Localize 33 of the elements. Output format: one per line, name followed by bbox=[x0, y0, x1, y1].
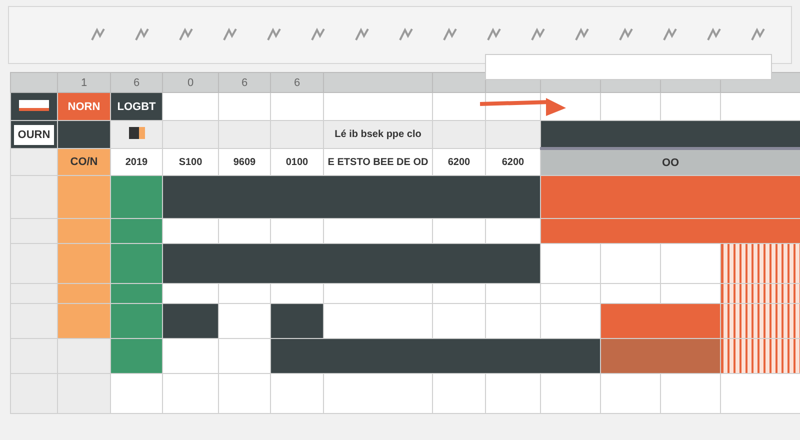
table-cell: Lé ib bsek ppe clo bbox=[324, 120, 432, 148]
cell-fill bbox=[110, 338, 162, 374]
cell-fill bbox=[10, 338, 58, 374]
cell-fill bbox=[162, 92, 218, 120]
square-icon bbox=[128, 127, 144, 139]
column-header[interactable]: 1 bbox=[58, 72, 110, 92]
cell-fill bbox=[162, 338, 218, 374]
table-cell: 2019 bbox=[110, 148, 162, 176]
table-cell: 6200 bbox=[432, 148, 486, 176]
cell-label: OURN bbox=[14, 124, 54, 144]
search-field[interactable] bbox=[485, 54, 772, 80]
cell-fill bbox=[110, 374, 162, 414]
cell-fill bbox=[58, 338, 110, 374]
table-cell: 0100 bbox=[270, 148, 324, 176]
table-cell: 9609 bbox=[218, 148, 270, 176]
bar-icon bbox=[19, 100, 49, 110]
table-cell: OO bbox=[540, 148, 800, 176]
table-cell: E ETSTO BEE DE OD bbox=[324, 148, 432, 176]
column-header[interactable]: 0 bbox=[162, 72, 218, 92]
table-cell: NORN bbox=[58, 92, 110, 120]
column-header[interactable]: 6 bbox=[110, 72, 162, 92]
table-cell: CO/N bbox=[58, 148, 110, 176]
column-header[interactable]: 6 bbox=[218, 72, 270, 92]
table-cell: LOGBT bbox=[110, 92, 162, 120]
table-cell: 6200 bbox=[486, 148, 540, 176]
cell-fill bbox=[218, 92, 270, 120]
table-cell: S100 bbox=[162, 148, 218, 176]
cell-fill bbox=[58, 374, 110, 414]
cell-fill bbox=[486, 120, 540, 148]
cell-fill bbox=[10, 374, 58, 414]
cell-fill bbox=[162, 374, 218, 414]
cell-fill bbox=[218, 120, 270, 148]
column-header[interactable]: 6 bbox=[270, 72, 324, 92]
